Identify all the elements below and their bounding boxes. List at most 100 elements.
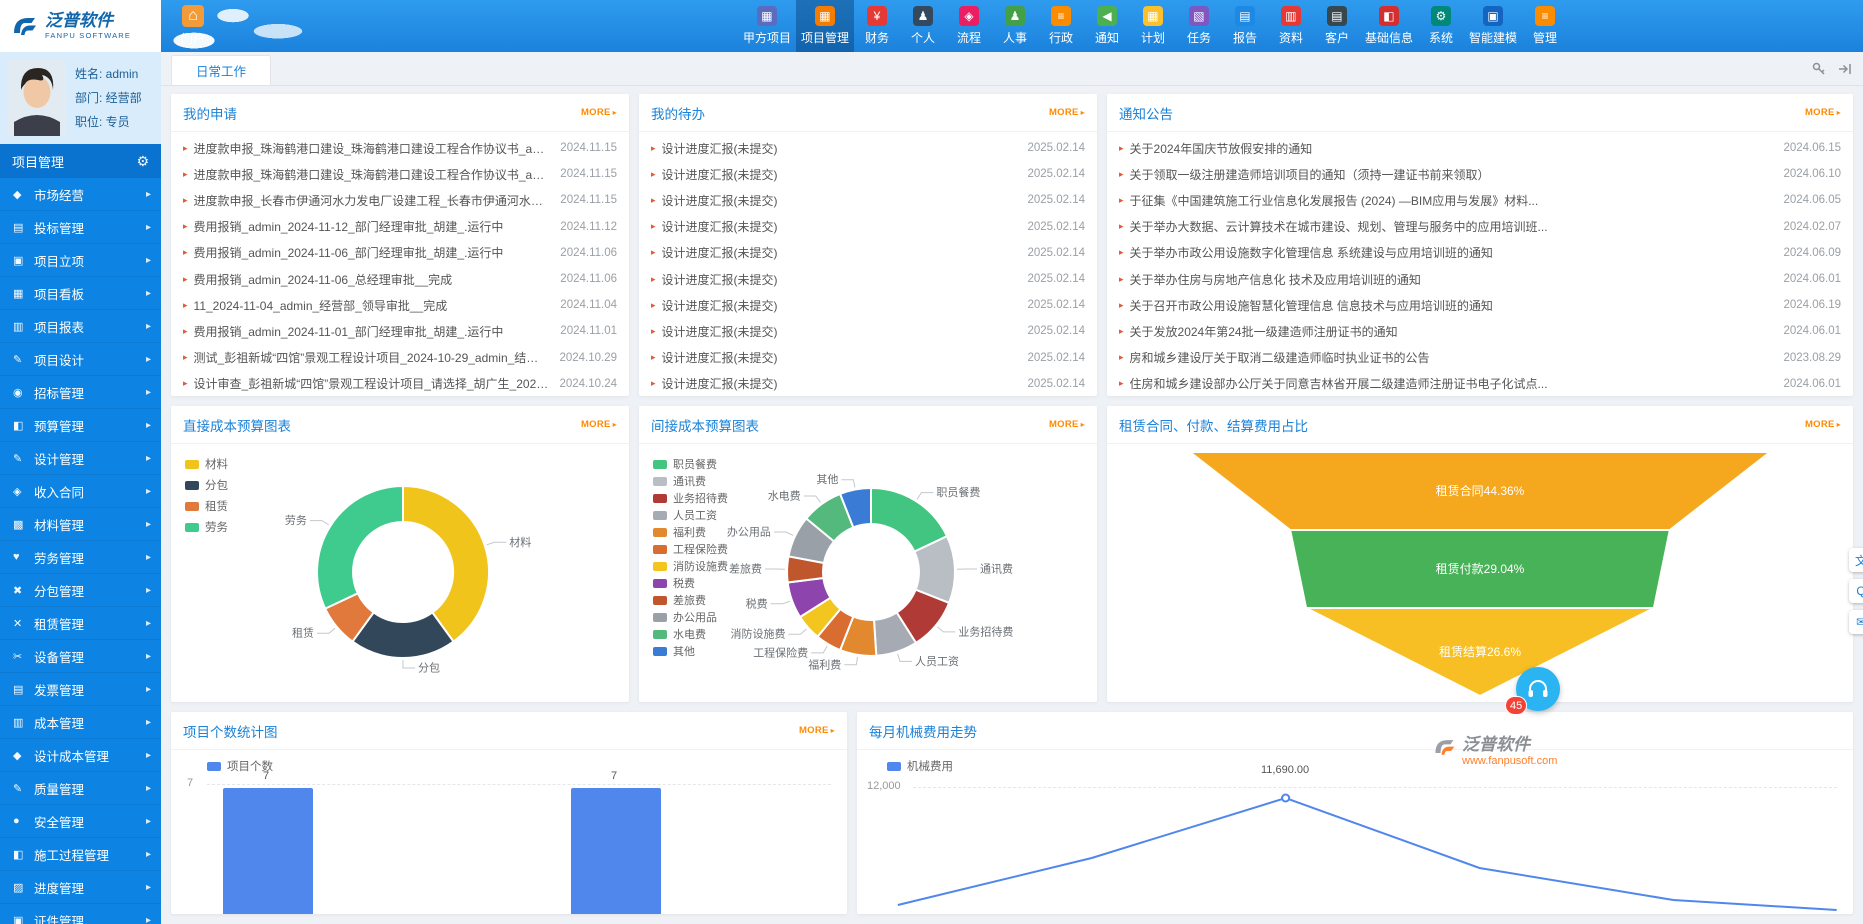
wechat-icon[interactable]: ✉: [1849, 610, 1863, 634]
bar[interactable]: [571, 788, 661, 914]
legend-item[interactable]: 业务招待费: [653, 490, 728, 506]
request-row[interactable]: ▸费用报销_admin_2024-11-01_部门经理审批_胡建_.运行中202…: [183, 318, 617, 344]
more-link[interactable]: MORE: [581, 419, 617, 430]
notice-row[interactable]: ▸关于领取一级注册建造师培训项目的通知（须持一建证书前来领取）2024.06.1…: [1119, 161, 1841, 187]
legend-item[interactable]: 租赁: [185, 498, 228, 514]
key-icon[interactable]: [1811, 61, 1827, 77]
legend-item[interactable]: 工程保险费: [653, 541, 728, 557]
top-nav-item-finance[interactable]: ¥财务: [854, 0, 900, 52]
sidebar-item-16[interactable]: ▥成本管理▸: [0, 706, 161, 739]
sidebar-item-19[interactable]: ●安全管理▸: [0, 805, 161, 838]
donut-segment[interactable]: [317, 486, 403, 609]
todo-row[interactable]: ▸设计进度汇报(未提交)2025.02.14: [651, 187, 1085, 213]
legend-item[interactable]: 差旅费: [653, 592, 728, 608]
sidebar-item-15[interactable]: ▤发票管理▸: [0, 673, 161, 706]
top-nav-item-plan[interactable]: ▦计划: [1130, 0, 1176, 52]
sidebar-item-21[interactable]: ▨进度管理▸: [0, 871, 161, 904]
todo-row[interactable]: ▸设计进度汇报(未提交)2025.02.14: [651, 345, 1085, 371]
top-nav-item-hr[interactable]: ♟人事: [992, 0, 1038, 52]
request-row[interactable]: ▸进度款申报_珠海鹤港口建设_珠海鹤港口建设工程合作协议书_admin_...2…: [183, 161, 617, 187]
sidebar-item-7[interactable]: ◧预算管理▸: [0, 409, 161, 442]
translate-icon[interactable]: 文: [1849, 548, 1863, 572]
request-row[interactable]: ▸进度款申报_珠海鹤港口建设_珠海鹤港口建设工程合作协议书_admin_...2…: [183, 135, 617, 161]
expand-icon[interactable]: [1837, 61, 1853, 77]
notice-row[interactable]: ▸关于2024年国庆节放假安排的通知2024.06.15: [1119, 135, 1841, 161]
more-link[interactable]: MORE: [581, 107, 617, 118]
notice-row[interactable]: ▸住房和城乡建设部办公厅关于同意吉林省开展二级建造师注册证书电子化试点...20…: [1119, 371, 1841, 396]
todo-row[interactable]: ▸设计进度汇报(未提交)2025.02.14: [651, 292, 1085, 318]
trend-line[interactable]: [898, 798, 1837, 910]
todo-row[interactable]: ▸设计进度汇报(未提交)2025.02.14: [651, 318, 1085, 344]
legend-item[interactable]: 水电费: [653, 626, 728, 642]
more-link[interactable]: MORE: [1049, 419, 1085, 430]
todo-row[interactable]: ▸设计进度汇报(未提交)2025.02.14: [651, 266, 1085, 292]
sidebar-item-5[interactable]: ✎项目设计▸: [0, 343, 161, 376]
sidebar-item-2[interactable]: ▣项目立项▸: [0, 244, 161, 277]
sidebar-item-4[interactable]: ▥项目报表▸: [0, 310, 161, 343]
notice-row[interactable]: ▸关于举办市政公用设施数字化管理信息 系统建设与应用培训班的通知2024.06.…: [1119, 240, 1841, 266]
top-nav-item-portal[interactable]: ⌂门户: [161, 0, 225, 52]
gear-icon[interactable]: ⚙: [136, 153, 149, 170]
more-link[interactable]: MORE: [1805, 107, 1841, 118]
bar[interactable]: [223, 788, 313, 914]
top-nav-item-modeling[interactable]: ▣智能建模: [1464, 0, 1522, 52]
legend-item[interactable]: 分包: [185, 477, 228, 493]
todo-row[interactable]: ▸设计进度汇报(未提交)2025.02.14: [651, 371, 1085, 396]
legend-item[interactable]: 福利费: [653, 524, 728, 540]
sidebar-item-8[interactable]: ✎设计管理▸: [0, 442, 161, 475]
request-row[interactable]: ▸费用报销_admin_2024-11-06_部门经理审批_胡建_.运行中202…: [183, 240, 617, 266]
todo-row[interactable]: ▸设计进度汇报(未提交)2025.02.14: [651, 214, 1085, 240]
request-row[interactable]: ▸测试_彭祖新城“四馆”景观工程设计项目_2024-10-29_admin_结束…: [183, 345, 617, 371]
sidebar-item-17[interactable]: ◆设计成本管理▸: [0, 739, 161, 772]
top-nav-item-personal[interactable]: ♟个人: [900, 0, 946, 52]
more-link[interactable]: MORE: [1049, 107, 1085, 118]
data-point[interactable]: [1282, 795, 1289, 802]
legend-item[interactable]: 职员餐费: [653, 456, 728, 472]
legend-item[interactable]: 通讯费: [653, 473, 728, 489]
request-row[interactable]: ▸设计审查_彭祖新城“四馆”景观工程设计项目_请选择_胡广生_2024-10-2…: [183, 371, 617, 396]
sidebar-item-14[interactable]: ✂设备管理▸: [0, 640, 161, 673]
legend-item[interactable]: 消防设施费: [653, 558, 728, 574]
sidebar-item-13[interactable]: ✕租赁管理▸: [0, 607, 161, 640]
notice-row[interactable]: ▸关于发放2024年第24批一级建造师注册证书的通知2024.06.01: [1119, 318, 1841, 344]
more-link[interactable]: MORE: [1805, 419, 1841, 430]
sidebar-item-1[interactable]: ▤投标管理▸: [0, 211, 161, 244]
legend-item[interactable]: 人员工资: [653, 507, 728, 523]
sidebar-item-18[interactable]: ✎质量管理▸: [0, 772, 161, 805]
top-nav-item-flow[interactable]: ◈流程: [946, 0, 992, 52]
sidebar-item-10[interactable]: ▩材料管理▸: [0, 508, 161, 541]
top-nav-item-manage[interactable]: ≡管理: [1522, 0, 1568, 52]
todo-row[interactable]: ▸设计进度汇报(未提交)2025.02.14: [651, 161, 1085, 187]
donut-segment[interactable]: [403, 486, 489, 642]
sidebar-item-6[interactable]: ◉招标管理▸: [0, 376, 161, 409]
sidebar-item-12[interactable]: ✖分包管理▸: [0, 574, 161, 607]
legend-item[interactable]: 税费: [653, 575, 728, 591]
top-nav-item-notice[interactable]: ◀通知: [1084, 0, 1130, 52]
notice-row[interactable]: ▸关于举办住房与房地产信息化 技术及应用培训班的通知2024.06.01: [1119, 266, 1841, 292]
sidebar-item-22[interactable]: ▣证件管理▸: [0, 904, 161, 924]
sidebar-item-3[interactable]: ▦项目看板▸: [0, 277, 161, 310]
top-nav-item-admin[interactable]: ≡行政: [1038, 0, 1084, 52]
notice-row[interactable]: ▸关于召开市政公用设施智慧化管理信息 信息技术与应用培训班的通知2024.06.…: [1119, 292, 1841, 318]
sidebar-item-0[interactable]: ◆市场经营▸: [0, 178, 161, 211]
notice-row[interactable]: ▸房和城乡建设厅关于取消二级建造师临时执业证书的公告2023.08.29: [1119, 345, 1841, 371]
sidebar-item-20[interactable]: ◧施工过程管理▸: [0, 838, 161, 871]
top-nav-item-client-project[interactable]: ▦甲方项目: [738, 0, 796, 52]
notice-row[interactable]: ▸于征集《中国建筑施工行业信息化发展报告 (2024) —BIM应用与发展》材料…: [1119, 187, 1841, 213]
more-link[interactable]: MORE: [799, 725, 835, 736]
legend-item[interactable]: 其他: [653, 643, 728, 659]
tab-daily-work[interactable]: 日常工作: [171, 55, 271, 85]
top-nav-item-project-mgmt[interactable]: ▦项目管理: [796, 0, 854, 52]
sidebar-item-11[interactable]: ♥劳务管理▸: [0, 541, 161, 574]
todo-row[interactable]: ▸设计进度汇报(未提交)2025.02.14: [651, 240, 1085, 266]
top-nav-item-report[interactable]: ▤报告: [1222, 0, 1268, 52]
notice-row[interactable]: ▸关于举办大数据、云计算技术在城市建设、规划、管理与服务中的应用培训班...20…: [1119, 214, 1841, 240]
todo-row[interactable]: ▸设计进度汇报(未提交)2025.02.14: [651, 135, 1085, 161]
request-row[interactable]: ▸进度款申报_长春市伊通河水力发电厂设建工程_长春市伊通河水力发电...2024…: [183, 187, 617, 213]
top-nav-item-docs[interactable]: ▥资料: [1268, 0, 1314, 52]
qq-icon[interactable]: Q: [1849, 579, 1863, 603]
project-count-legend-marker[interactable]: [207, 762, 221, 771]
request-row[interactable]: ▸11_2024-11-04_admin_经营部_领导审批__完成2024.11…: [183, 292, 617, 318]
request-row[interactable]: ▸费用报销_admin_2024-11-06_总经理审批__完成2024.11.…: [183, 266, 617, 292]
top-nav-item-customer[interactable]: ▤客户: [1314, 0, 1360, 52]
